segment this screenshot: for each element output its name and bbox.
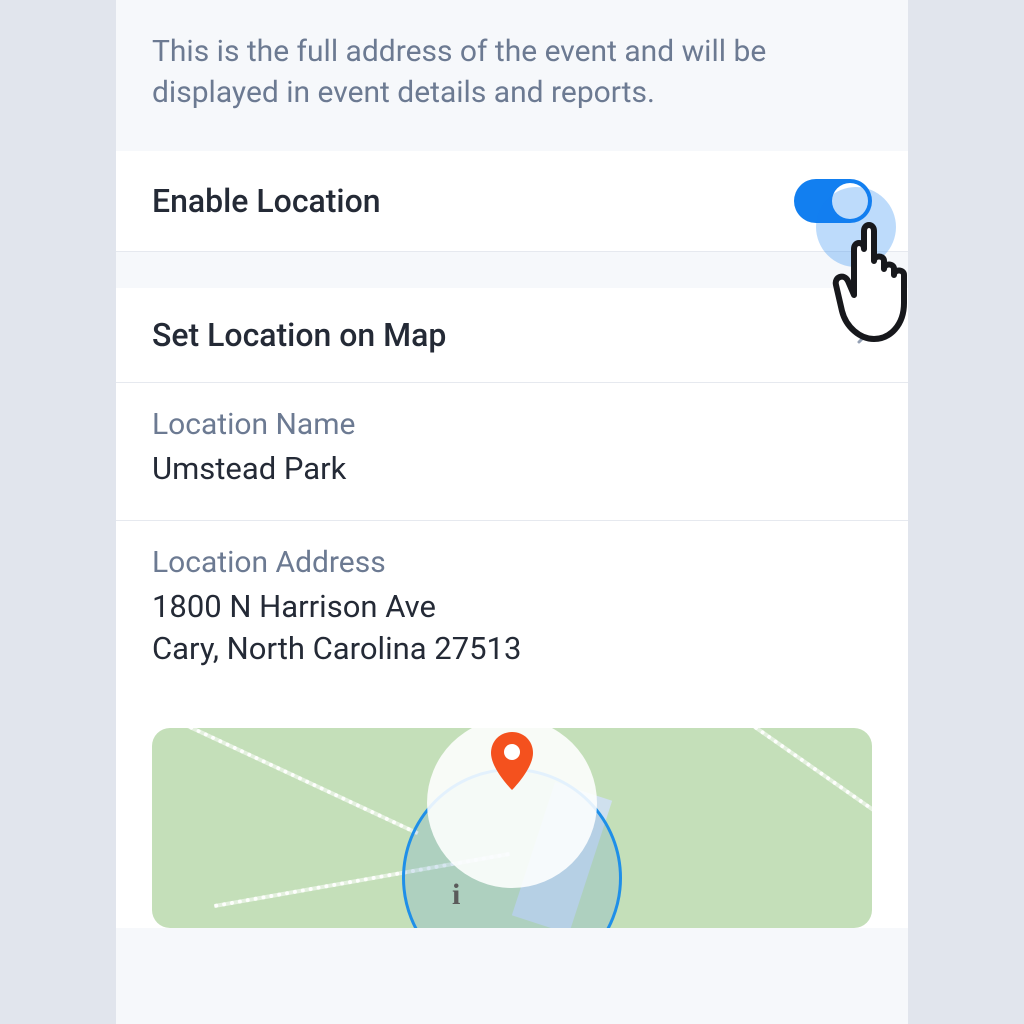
section-gap (116, 252, 908, 288)
enable-location-label: Enable Location (152, 182, 381, 220)
location-name-value: Umstead Park (152, 448, 872, 490)
enable-location-toggle[interactable] (794, 179, 872, 223)
location-settings-panel: This is the full address of the event an… (116, 0, 908, 1024)
map-road-icon (694, 728, 872, 836)
map-info-icon[interactable]: i (452, 878, 460, 912)
location-name-block[interactable]: Location Name Umstead Park (116, 383, 908, 521)
map-container: i (116, 700, 908, 928)
location-address-value: 1800 N Harrison Ave Cary, North Carolina… (152, 586, 872, 670)
section-description: This is the full address of the event an… (116, 0, 908, 151)
location-address-label: Location Address (152, 545, 872, 580)
enable-location-row[interactable]: Enable Location (116, 151, 908, 252)
set-location-on-map-row[interactable]: Set Location on Map (116, 288, 908, 383)
toggle-thumb (832, 183, 868, 219)
location-address-block[interactable]: Location Address 1800 N Harrison Ave Car… (116, 521, 908, 700)
map-pin-icon (487, 730, 537, 794)
location-name-label: Location Name (152, 407, 872, 442)
chevron-right-icon (856, 318, 872, 353)
set-location-on-map-label: Set Location on Map (152, 316, 446, 354)
map-road-icon (152, 728, 419, 835)
location-map[interactable]: i (152, 728, 872, 928)
